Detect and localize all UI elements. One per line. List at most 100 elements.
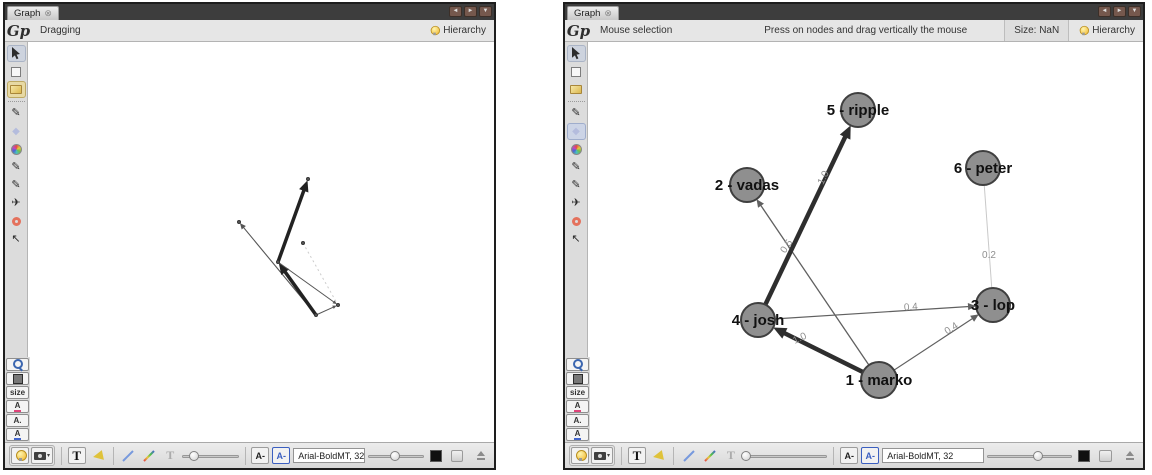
sizer-tool-button[interactable]: ◆ bbox=[567, 123, 586, 140]
node-font-button[interactable]: A- bbox=[251, 447, 269, 464]
font-field[interactable]: Arial-BoldMT, 32 bbox=[882, 448, 984, 463]
painter-tool-button[interactable]: ✎ bbox=[7, 159, 26, 176]
edge-scale-slider[interactable] bbox=[743, 449, 827, 463]
brush-tool-button[interactable]: ✎ bbox=[7, 105, 26, 122]
screenshot-dropdown[interactable]: ▾ bbox=[31, 447, 53, 464]
slider-knob[interactable] bbox=[741, 451, 751, 461]
light-toggle-button[interactable] bbox=[11, 447, 29, 464]
tab-scroll-left-button[interactable]: ◄ bbox=[1098, 6, 1111, 17]
size-indicator: Size: NaN bbox=[1004, 20, 1069, 41]
edge-line bbox=[758, 307, 969, 320]
edge-scale-slider[interactable] bbox=[182, 449, 238, 463]
collapse-button[interactable] bbox=[472, 447, 490, 464]
painter-tool-button[interactable]: ✎ bbox=[567, 159, 586, 176]
edge-label-toggle[interactable]: T bbox=[161, 447, 179, 464]
pointer-tool-button[interactable] bbox=[567, 45, 586, 62]
edge-display-toggle[interactable] bbox=[119, 447, 137, 464]
label-color-button[interactable]: A bbox=[566, 400, 589, 413]
attributes-button[interactable] bbox=[448, 447, 466, 464]
label-size-button[interactable]: A bbox=[566, 428, 589, 441]
tab-list-button[interactable]: ▼ bbox=[1128, 6, 1141, 17]
label-size-button[interactable]: A bbox=[6, 428, 29, 441]
edge-font-button[interactable]: A- bbox=[272, 447, 290, 464]
tab-close-icon[interactable]: ⊗ bbox=[604, 9, 612, 18]
edge-arrow-toggle[interactable] bbox=[89, 447, 107, 464]
eject-icon bbox=[1125, 451, 1135, 460]
drag-tool-button[interactable] bbox=[7, 81, 26, 98]
brush-tool-button[interactable]: ✎ bbox=[567, 105, 586, 122]
tab-scroll-right-button[interactable]: ► bbox=[1113, 6, 1126, 17]
edge-label-toggle[interactable]: T bbox=[722, 447, 740, 464]
tab-graph[interactable]: Graph ⊗ bbox=[567, 6, 619, 20]
painter-icon: ✎ bbox=[571, 162, 580, 173]
background-color-button[interactable] bbox=[6, 372, 29, 385]
node-font-button[interactable]: A- bbox=[840, 447, 858, 464]
label-color-button[interactable]: A bbox=[6, 400, 29, 413]
slider-knob[interactable] bbox=[390, 451, 400, 461]
edge-color-toggle[interactable] bbox=[701, 447, 719, 464]
edge-arrow-toggle[interactable] bbox=[649, 447, 667, 464]
rect-select-button[interactable] bbox=[7, 63, 26, 80]
heat-ring-icon bbox=[12, 217, 21, 226]
graph-node[interactable] bbox=[277, 261, 280, 264]
node-label-toggle[interactable]: T bbox=[68, 447, 86, 464]
graph-node[interactable] bbox=[302, 242, 305, 245]
graph-canvas[interactable] bbox=[28, 42, 494, 442]
pointer-tool-button[interactable] bbox=[7, 45, 26, 62]
slider-knob[interactable] bbox=[189, 451, 199, 461]
graph-node[interactable] bbox=[238, 221, 241, 224]
edit-node-button[interactable]: ↖ bbox=[567, 231, 586, 248]
zoom-fit-button[interactable] bbox=[566, 358, 589, 371]
tab-graph[interactable]: Graph ⊗ bbox=[7, 6, 59, 20]
pencil-tool-button[interactable]: ✎ bbox=[567, 177, 586, 194]
shortest-path-button[interactable]: ✈ bbox=[7, 195, 26, 212]
edge-color-toggle[interactable] bbox=[140, 447, 158, 464]
light-toggle-button[interactable] bbox=[571, 447, 589, 464]
black-swatch-icon bbox=[430, 450, 442, 462]
attributes-button[interactable] bbox=[1096, 447, 1115, 464]
size-reset-button[interactable]: size bbox=[6, 386, 29, 399]
color-gradient-button[interactable] bbox=[7, 141, 26, 158]
edge-font-button[interactable]: A- bbox=[861, 447, 879, 464]
drag-tool-button[interactable] bbox=[567, 81, 586, 98]
graph-node[interactable] bbox=[315, 314, 318, 317]
tab-list-button[interactable]: ▼ bbox=[479, 6, 492, 17]
node-label: 6 - peter bbox=[954, 160, 1013, 177]
heatmap-tool-button[interactable] bbox=[7, 213, 26, 230]
label-toggle-button[interactable]: A. bbox=[6, 414, 29, 427]
node-label-toggle[interactable]: T bbox=[628, 447, 646, 464]
graph-node[interactable] bbox=[337, 304, 340, 307]
edge-display-toggle[interactable] bbox=[680, 447, 698, 464]
screenshot-dropdown[interactable]: ▾ bbox=[591, 447, 613, 464]
default-color-swatch[interactable] bbox=[427, 447, 445, 464]
slider-knob[interactable] bbox=[1033, 451, 1043, 461]
background-color-button[interactable] bbox=[566, 372, 589, 385]
hierarchy-toggle[interactable]: Hierarchy bbox=[1069, 20, 1143, 41]
default-color-swatch[interactable] bbox=[1075, 447, 1093, 464]
shortest-path-button[interactable]: ✈ bbox=[567, 195, 586, 212]
edge-weight-label: 0.4 bbox=[943, 320, 961, 337]
zoom-fit-button[interactable] bbox=[6, 358, 29, 371]
graph-node[interactable] bbox=[307, 178, 310, 181]
sizer-tool-button[interactable]: ◆ bbox=[7, 123, 26, 140]
size-reset-button[interactable]: size bbox=[566, 386, 589, 399]
tab-scroll-right-button[interactable]: ► bbox=[464, 6, 477, 17]
rect-select-button[interactable] bbox=[567, 63, 586, 80]
color-gradient-button[interactable] bbox=[567, 141, 586, 158]
graph-window-right: Graph ⊗ ◄ ► ▼ Gp Mouse selection Press o… bbox=[563, 2, 1145, 470]
font-field[interactable]: Arial-BoldMT, 32 bbox=[293, 448, 364, 463]
graph-canvas[interactable]: 0.51.00.41.00.40.21 - marko2 - vadas3 - … bbox=[588, 42, 1143, 442]
label-toggle-button[interactable]: A. bbox=[566, 414, 589, 427]
tab-close-icon[interactable]: ⊗ bbox=[44, 9, 52, 18]
graph-svg[interactable] bbox=[28, 42, 494, 442]
tab-scroll-left-button[interactable]: ◄ bbox=[449, 6, 462, 17]
edit-node-button[interactable]: ↖ bbox=[7, 231, 26, 248]
zoom-slider[interactable] bbox=[987, 449, 1071, 463]
pencil-tool-button[interactable]: ✎ bbox=[7, 177, 26, 194]
heatmap-tool-button[interactable] bbox=[567, 213, 586, 230]
hierarchy-toggle[interactable]: Hierarchy bbox=[420, 20, 494, 41]
zoom-slider[interactable] bbox=[368, 449, 424, 463]
graph-svg[interactable]: 0.51.00.41.00.40.21 - marko2 - vadas3 - … bbox=[588, 42, 1143, 442]
line-icon bbox=[683, 450, 695, 462]
collapse-button[interactable] bbox=[1121, 447, 1139, 464]
